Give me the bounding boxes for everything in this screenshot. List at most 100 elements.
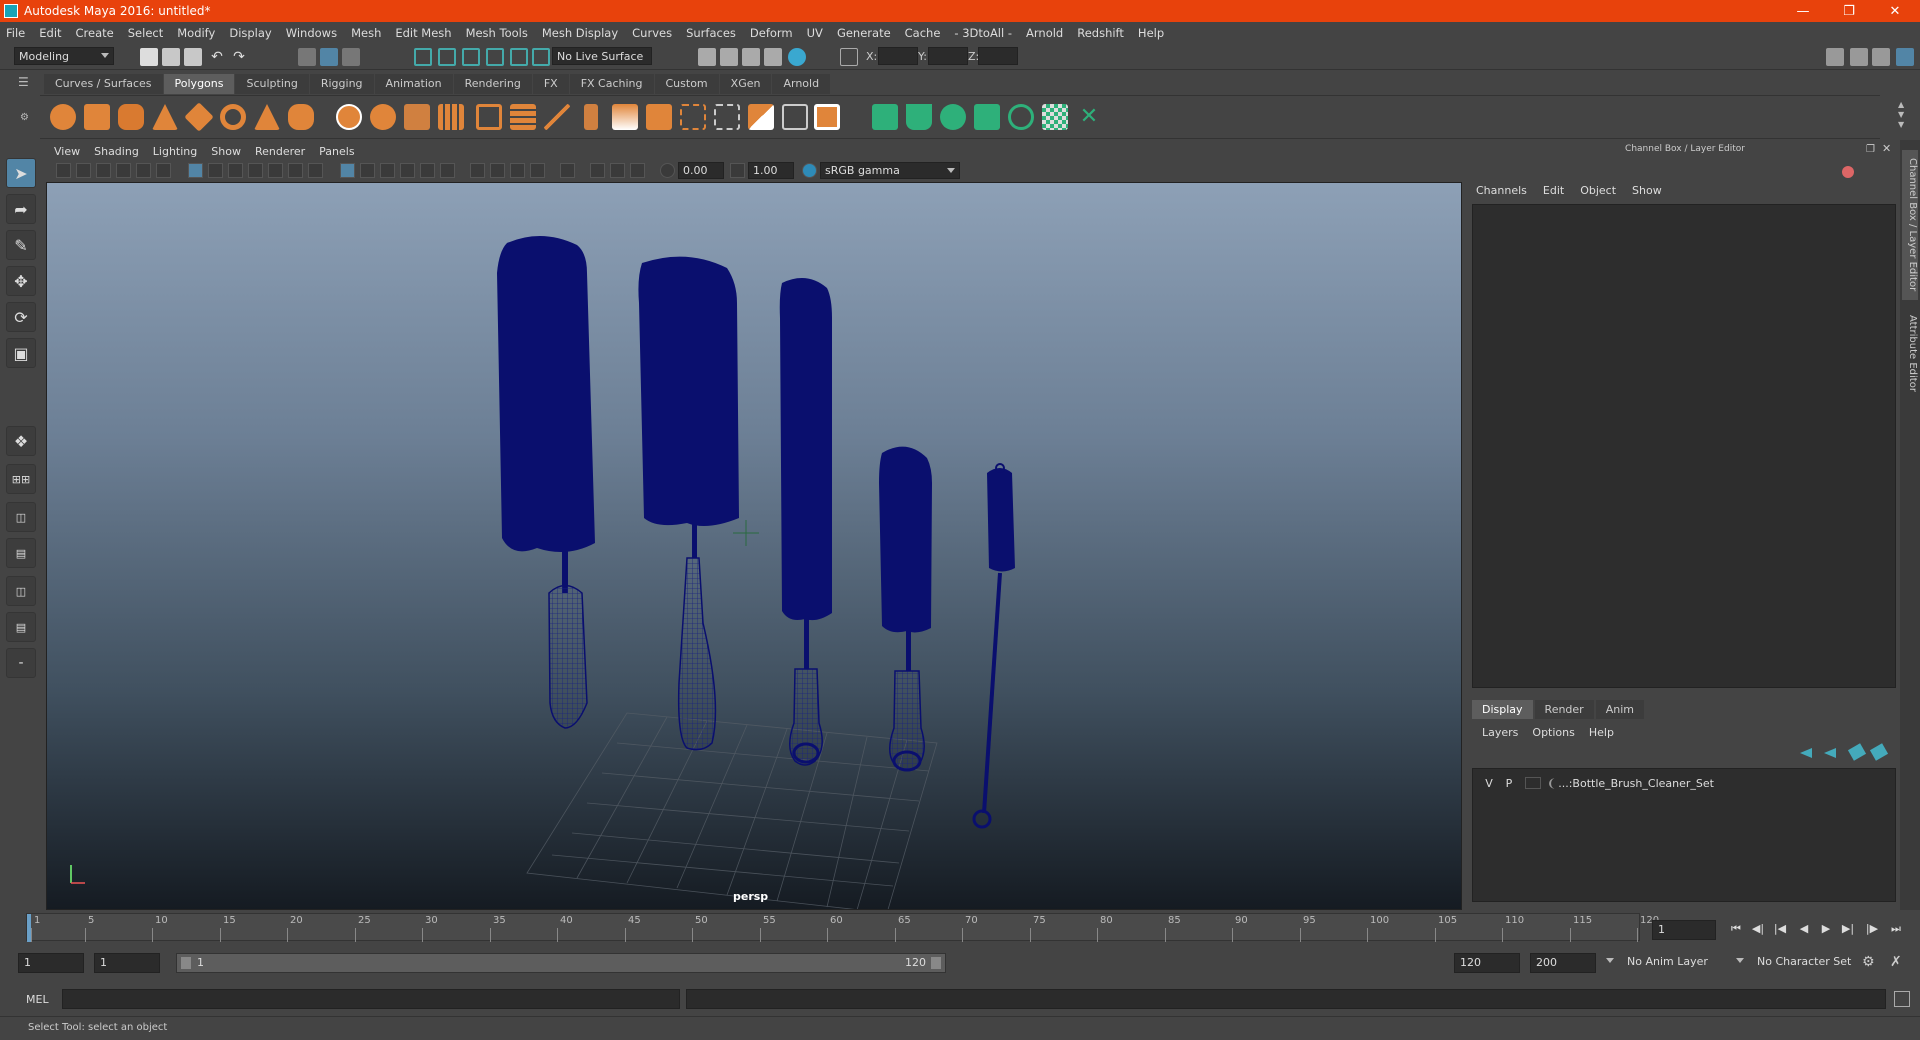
select-hierarchy-icon[interactable] (298, 48, 316, 66)
side-by-side-layout-icon[interactable]: ◫ (6, 502, 36, 532)
tab-animation[interactable]: Animation (374, 74, 453, 94)
textured-icon[interactable] (420, 163, 435, 178)
cut-uv-icon[interactable] (1008, 104, 1034, 130)
color-space-dropdown[interactable]: sRGB gamma (820, 162, 960, 179)
snap-grid-icon[interactable] (414, 48, 432, 66)
resolution-gate-icon[interactable] (228, 163, 243, 178)
spherical-map-icon[interactable] (940, 104, 966, 130)
smooth-icon[interactable] (438, 104, 464, 130)
bool-difference-icon[interactable] (510, 104, 536, 130)
new-layer-selected-icon[interactable] (1869, 743, 1889, 761)
menu-display[interactable]: Display (229, 26, 271, 40)
play-forwards-icon[interactable]: ▶ (1818, 922, 1834, 936)
undo-icon[interactable]: ↶ (208, 48, 226, 66)
tab-polygons[interactable]: Polygons (163, 74, 235, 94)
play-backwards-icon[interactable]: ◀ (1796, 922, 1812, 936)
mode-dropdown[interactable]: Modeling (14, 47, 114, 65)
menu-create[interactable]: Create (76, 26, 114, 40)
step-back-icon[interactable]: ◀| (1750, 922, 1766, 936)
append-icon[interactable] (714, 104, 740, 130)
poly-cone-icon[interactable] (152, 104, 178, 130)
safe-action-icon[interactable] (288, 163, 303, 178)
layer-color-swatch[interactable] (1525, 777, 1541, 789)
hypergraph-layout-icon[interactable]: ▤ (6, 612, 36, 642)
playback-start-field[interactable]: 1 (94, 953, 160, 973)
mirror-icon[interactable] (584, 104, 598, 130)
tab-custom[interactable]: Custom (654, 74, 719, 94)
step-back-key-icon[interactable]: |◀ (1772, 922, 1788, 936)
channel-box-icon[interactable] (1896, 48, 1914, 66)
render-view-icon[interactable] (698, 48, 716, 66)
grease-pencil-icon[interactable] (156, 163, 171, 178)
sew-uv-icon[interactable]: ✕ (1076, 104, 1102, 130)
tab-fx[interactable]: FX (532, 74, 569, 94)
motion-blur-icon[interactable] (510, 163, 525, 178)
start-time-field[interactable]: 1 (18, 953, 84, 973)
combine-icon[interactable] (336, 104, 362, 130)
ipr-render-icon[interactable] (742, 48, 760, 66)
poly-pipe-icon[interactable] (288, 104, 314, 130)
panel-menu-renderer[interactable]: Renderer (255, 145, 305, 158)
safe-title-icon[interactable] (308, 163, 323, 178)
le-menu-help[interactable]: Help (1589, 726, 1614, 739)
poly-cylinder-icon[interactable] (118, 104, 144, 130)
le-menu-layers[interactable]: Layers (1482, 726, 1518, 739)
side-tab-attribute-editor[interactable]: Attribute Editor (1902, 308, 1918, 398)
magnet-icon[interactable] (532, 48, 550, 66)
playback-end-field[interactable]: 120 (1454, 953, 1520, 973)
shelf-menu-icon[interactable]: ☰ (18, 75, 34, 91)
anim-layer-chevron-down-icon[interactable] (1606, 958, 1614, 963)
layer-visibility-toggle[interactable]: V (1479, 777, 1499, 790)
modeling-toolkit-icon[interactable] (1826, 48, 1844, 66)
hypershade-icon[interactable] (788, 48, 806, 66)
menu-mesh-display[interactable]: Mesh Display (542, 26, 618, 40)
image-plane-icon[interactable] (116, 163, 131, 178)
lasso-tool-icon[interactable]: ➦ (6, 194, 36, 224)
cb-menu-object[interactable]: Object (1580, 184, 1616, 197)
automatic-map-icon[interactable] (974, 104, 1000, 130)
render-frame-icon[interactable] (720, 48, 738, 66)
menu-edit-mesh[interactable]: Edit Mesh (395, 26, 451, 40)
save-scene-icon[interactable] (184, 48, 202, 66)
gate-mask-icon[interactable] (248, 163, 263, 178)
film-gate-icon[interactable] (208, 163, 223, 178)
menu-modify[interactable]: Modify (177, 26, 215, 40)
menu-mesh-tools[interactable]: Mesh Tools (466, 26, 528, 40)
menu-mesh[interactable]: Mesh (351, 26, 381, 40)
select-component-icon[interactable] (342, 48, 360, 66)
mel-label[interactable]: MEL (26, 993, 49, 1006)
character-set-dropdown[interactable]: No Character Set (1752, 953, 1870, 973)
select-tool-icon[interactable]: ➤ (6, 158, 36, 188)
menu-windows[interactable]: Windows (286, 26, 337, 40)
graph-layout-icon[interactable]: ▤ (6, 538, 36, 568)
four-view-layout-icon[interactable]: ⊞⊞ (6, 464, 36, 494)
gamma-icon[interactable] (730, 163, 745, 178)
render-settings-icon[interactable] (764, 48, 782, 66)
tab-xgen[interactable]: XGen (719, 74, 772, 94)
auto-key-icon[interactable]: ⚙ (1862, 954, 1875, 970)
attribute-editor-icon[interactable] (1850, 48, 1868, 66)
poly-torus-icon[interactable] (220, 104, 246, 130)
use-all-lights-icon[interactable] (440, 163, 455, 178)
bool-intersection-icon[interactable] (544, 104, 570, 130)
snap-surface-icon[interactable] (510, 48, 528, 66)
poly-sphere-icon[interactable] (50, 104, 76, 130)
scale-tool-icon[interactable]: ▣ (6, 338, 36, 368)
step-forward-icon[interactable]: |▶ (1864, 922, 1880, 936)
wireframe-on-shaded-icon[interactable] (400, 163, 415, 178)
channel-box-area[interactable] (1472, 204, 1896, 688)
step-forward-key-icon[interactable]: ▶| (1840, 922, 1856, 936)
menu-uv[interactable]: UV (807, 26, 823, 40)
new-scene-icon[interactable] (140, 48, 158, 66)
separate-icon[interactable] (370, 104, 396, 130)
menu-surfaces[interactable]: Surfaces (686, 26, 736, 40)
extract-icon[interactable] (404, 104, 430, 130)
xray-joints-icon[interactable] (630, 163, 645, 178)
default-material-icon[interactable] (380, 163, 395, 178)
xray-icon[interactable] (590, 163, 605, 178)
anti-aliasing-icon[interactable] (530, 163, 545, 178)
tab-rendering[interactable]: Rendering (453, 74, 532, 94)
cb-menu-channels[interactable]: Channels (1476, 184, 1527, 197)
gamma-field[interactable]: 1.00 (748, 162, 794, 179)
side-tab-channel-box[interactable]: Channel Box / Layer Editor (1902, 150, 1918, 300)
